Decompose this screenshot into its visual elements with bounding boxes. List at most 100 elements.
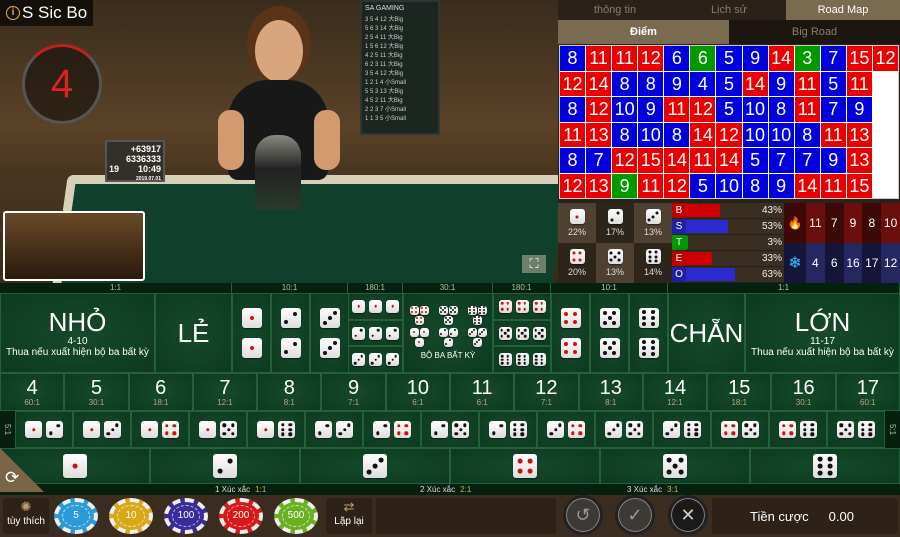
grid-cell: 8 bbox=[794, 122, 820, 147]
bet-double-1[interactable] bbox=[232, 293, 271, 373]
dice-closeup-video[interactable] bbox=[3, 211, 145, 281]
bet-pair-4-5[interactable] bbox=[711, 411, 769, 448]
bet-big[interactable]: LỚN 11-17 Thua nếu xuất hiện bộ ba bất kỳ bbox=[745, 293, 900, 373]
refresh-icon[interactable]: ⟳ bbox=[5, 468, 19, 488]
chip-settings-icon: ✺ bbox=[20, 499, 32, 514]
bet-total-12[interactable]: 12 7:1 bbox=[514, 373, 579, 411]
bet-any-triple[interactable]: BỘ BA BẤT KỲ bbox=[403, 293, 493, 373]
board-row: 3 5 4 12 大Big bbox=[365, 17, 404, 23]
chip-100[interactable]: 100 bbox=[164, 498, 208, 534]
bet-triple-1[interactable] bbox=[348, 293, 403, 320]
bet-pair-2-3[interactable] bbox=[305, 411, 363, 448]
bet-pair-3-5[interactable] bbox=[595, 411, 653, 448]
total-number: 5 bbox=[90, 376, 102, 399]
ratio-bar-label: E bbox=[672, 251, 686, 266]
grid-cell: 14 bbox=[716, 148, 742, 173]
odds-label: 1:1 bbox=[668, 283, 900, 293]
bet-total-15[interactable]: 15 18:1 bbox=[707, 373, 772, 411]
bet-pair-2-4[interactable] bbox=[363, 411, 421, 448]
undo-button[interactable]: ↺ bbox=[563, 495, 603, 535]
bet-odd[interactable]: LẺ bbox=[155, 293, 232, 373]
bet-total-11[interactable]: 11 6:1 bbox=[450, 373, 515, 411]
bet-single-6[interactable] bbox=[750, 448, 900, 484]
bet-total-9[interactable]: 9 7:1 bbox=[321, 373, 386, 411]
fullscreen-icon[interactable]: ⛶ bbox=[522, 255, 546, 273]
bet-pair-1-6[interactable] bbox=[247, 411, 305, 448]
bet-total-16[interactable]: 16 30:1 bbox=[771, 373, 836, 411]
triple-group bbox=[408, 327, 430, 347]
bet-pair-5-6[interactable] bbox=[827, 411, 885, 448]
bet-single-5[interactable] bbox=[600, 448, 750, 484]
confirm-button[interactable]: ✓ bbox=[615, 495, 655, 535]
bet-double-3[interactable] bbox=[310, 293, 349, 373]
board-row: 5 5 3 13 大Big bbox=[365, 89, 404, 95]
bet-total-6[interactable]: 6 18:1 bbox=[128, 373, 193, 411]
bet-pair-1-4[interactable] bbox=[131, 411, 189, 448]
bet-total-10[interactable]: 10 6:1 bbox=[385, 373, 450, 411]
chip-value: 500 bbox=[282, 505, 310, 527]
bet-pair-4-6[interactable] bbox=[769, 411, 827, 448]
tab-lịch-sử[interactable]: Lịch sử bbox=[672, 0, 786, 20]
bet-double-4[interactable] bbox=[551, 293, 590, 373]
bet-small[interactable]: NHỎ 4-10 Thua nếu xuất hiện bộ ba bất kỳ bbox=[0, 293, 155, 373]
die-face-6-icon bbox=[813, 454, 837, 478]
die-face-3-icon bbox=[386, 353, 399, 367]
bet-double-6[interactable] bbox=[629, 293, 668, 373]
bet-total-7[interactable]: 7 12:1 bbox=[192, 373, 258, 411]
chip-10[interactable]: 10 bbox=[109, 498, 153, 534]
hot-cold-numbers: 🔥 11 7 9 8 10 ❄ 4 6 16 17 12 bbox=[784, 203, 900, 283]
bet-triple-6[interactable] bbox=[493, 346, 551, 374]
info-icon[interactable]: i bbox=[6, 6, 20, 20]
subtab-điểm[interactable]: Điểm bbox=[558, 20, 729, 44]
dice-frequency: 22% 17% 13% 20% 13% 14% bbox=[558, 203, 672, 283]
bet-total-13[interactable]: 13 8:1 bbox=[578, 373, 643, 411]
bet-total-8[interactable]: 8 8:1 bbox=[257, 373, 322, 411]
die-face-4-icon bbox=[498, 299, 512, 313]
bet-total-5[interactable]: 5 30:1 bbox=[64, 373, 129, 411]
total-number: 6 bbox=[155, 376, 167, 399]
bet-pair-1-2[interactable] bbox=[15, 411, 73, 448]
bet-pair-2-6[interactable] bbox=[479, 411, 537, 448]
chip-200[interactable]: 200 bbox=[219, 498, 263, 534]
die-face-3-icon bbox=[547, 421, 564, 438]
bet-pair-3-6[interactable] bbox=[653, 411, 711, 448]
bet-pair-3-4[interactable] bbox=[537, 411, 595, 448]
bet-even[interactable]: CHẴN bbox=[668, 293, 745, 373]
subtab-big-road[interactable]: Big Road bbox=[729, 20, 900, 44]
cancel-button[interactable]: ✕ bbox=[668, 495, 708, 535]
grid-cell: 8 bbox=[560, 46, 586, 71]
bet-triple-4[interactable] bbox=[493, 293, 551, 320]
bet-triple-3[interactable] bbox=[348, 346, 403, 374]
bet-total-4[interactable]: 4 60:1 bbox=[0, 373, 65, 411]
tab-thông-tin[interactable]: thông tin bbox=[558, 0, 672, 20]
die-face-2-icon bbox=[352, 326, 365, 340]
dice-stat-pct: 22% bbox=[567, 227, 586, 237]
bet-pair-2-5[interactable] bbox=[421, 411, 479, 448]
pairs-odds-right: 5:1 bbox=[885, 411, 900, 448]
die-face-5-icon bbox=[742, 421, 759, 438]
bet-total-17[interactable]: 17 60:1 bbox=[835, 373, 900, 411]
die-face-3-icon bbox=[472, 337, 482, 347]
die-face-1-icon bbox=[409, 327, 419, 337]
bet-pair-1-5[interactable] bbox=[189, 411, 247, 448]
total-number: 17 bbox=[856, 376, 879, 399]
custom-chip-button[interactable]: ✺ tùy thích bbox=[3, 498, 49, 534]
die-face-1-icon bbox=[257, 421, 274, 438]
bet-single-4[interactable] bbox=[450, 448, 600, 484]
repeat-button[interactable]: ⇄ Lặp lại bbox=[326, 498, 372, 534]
bet-total-14[interactable]: 14 12:1 bbox=[642, 373, 708, 411]
die-face-4-icon bbox=[419, 305, 429, 315]
bet-double-2[interactable] bbox=[271, 293, 310, 373]
bet-single-3[interactable] bbox=[300, 448, 450, 484]
chip-5[interactable]: 5 bbox=[54, 498, 98, 534]
chip-500[interactable]: 500 bbox=[274, 498, 318, 534]
bet-triple-5[interactable] bbox=[493, 319, 551, 347]
bet-single-2[interactable] bbox=[150, 448, 300, 484]
tab-road-map[interactable]: Road Map bbox=[786, 0, 900, 20]
roadmap-panel: thông tin Lịch sử Road Map Điểm Big Road 8 1… bbox=[558, 0, 900, 283]
odds-label: 10:1 bbox=[232, 283, 348, 293]
bet-pair-1-3[interactable] bbox=[73, 411, 131, 448]
bet-small-range: 4-10 bbox=[67, 336, 88, 347]
bet-double-5[interactable] bbox=[590, 293, 629, 373]
bet-triple-2[interactable] bbox=[348, 319, 403, 347]
